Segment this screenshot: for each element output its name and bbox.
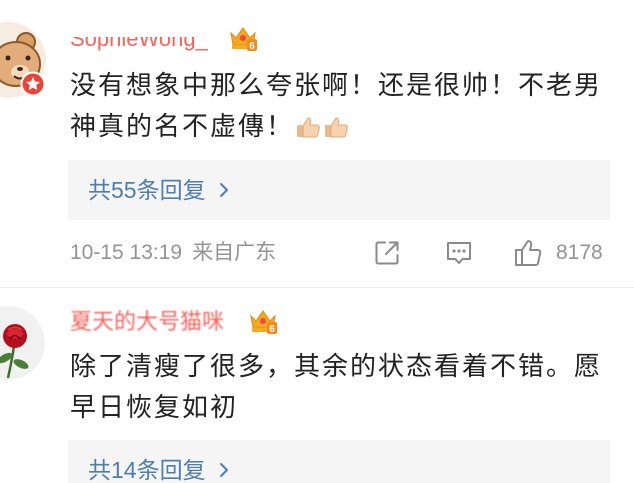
location-source: 来自广东 xyxy=(192,241,277,264)
chevron-right-icon xyxy=(219,463,228,477)
comment-text: 除了清瘦了很多，其余的状态看着不错。愿 早日恢复如初 xyxy=(70,346,632,428)
comment-item: 夏天的大号猫咪 6 除了清瘦了很多，其余的状态看着不错。愿 早日恢复如初 共14… xyxy=(0,288,634,483)
comment-text-line: 除了清瘦了很多，其余的状态看着不错。愿 xyxy=(70,351,603,381)
thumbs-up-emoji xyxy=(323,115,350,139)
star-badge-icon xyxy=(20,71,46,97)
comment-item: SophieWong_ 6 没有想象中那么夸张啊！还是很帅！不老男 神真的名不虚… xyxy=(0,0,634,287)
like-icon[interactable] xyxy=(514,238,544,267)
view-replies-label-row: 共55条回复 xyxy=(88,175,229,205)
vip-level-text: 6 xyxy=(249,41,255,52)
comment-meta: 10-15 13:19 来自广东 xyxy=(70,239,276,267)
like-count: 8178 xyxy=(556,241,603,264)
timestamp: 10-15 13:19 xyxy=(70,241,183,264)
username[interactable]: 夏天的大号猫咪 xyxy=(70,309,224,335)
comment-text: 没有想象中那么夸张啊！还是很帅！不老男 神真的名不虚傳！ xyxy=(70,65,632,147)
view-replies-button[interactable]: 共55条回复 xyxy=(68,160,610,220)
replies-count-label: 共55条回复 xyxy=(88,177,206,203)
comment-icon[interactable] xyxy=(445,240,473,266)
vip-crown-icon[interactable]: 6 xyxy=(228,24,258,52)
thumbs-up-emoji xyxy=(295,115,322,139)
comment-text-line: 早日恢复如初 xyxy=(70,392,239,422)
red-rose-avatar-icon xyxy=(0,306,45,380)
vip-crown-icon[interactable]: 6 xyxy=(248,307,278,335)
view-replies-button[interactable]: 共14条回复 xyxy=(68,440,610,483)
comment-text-line: 神真的名不虚傳！ xyxy=(70,111,295,141)
comment-text-line: 没有想象中那么夸张啊！还是很帅！不老男 xyxy=(70,70,603,100)
share-icon[interactable] xyxy=(373,239,401,267)
comment-text-line-with-emoji: 神真的名不虚傳！ xyxy=(70,106,632,147)
user-avatar[interactable] xyxy=(0,306,45,380)
view-replies-label-row: 共14条回复 xyxy=(88,455,229,483)
username-container: SophieWong_ xyxy=(70,37,208,56)
username-container: 夏天的大号猫咪 xyxy=(70,309,224,336)
replies-count-label: 共14条回复 xyxy=(88,457,206,483)
vip-level-text: 6 xyxy=(269,324,275,335)
chevron-right-icon xyxy=(219,183,228,197)
username[interactable]: SophieWong_ xyxy=(70,37,208,52)
